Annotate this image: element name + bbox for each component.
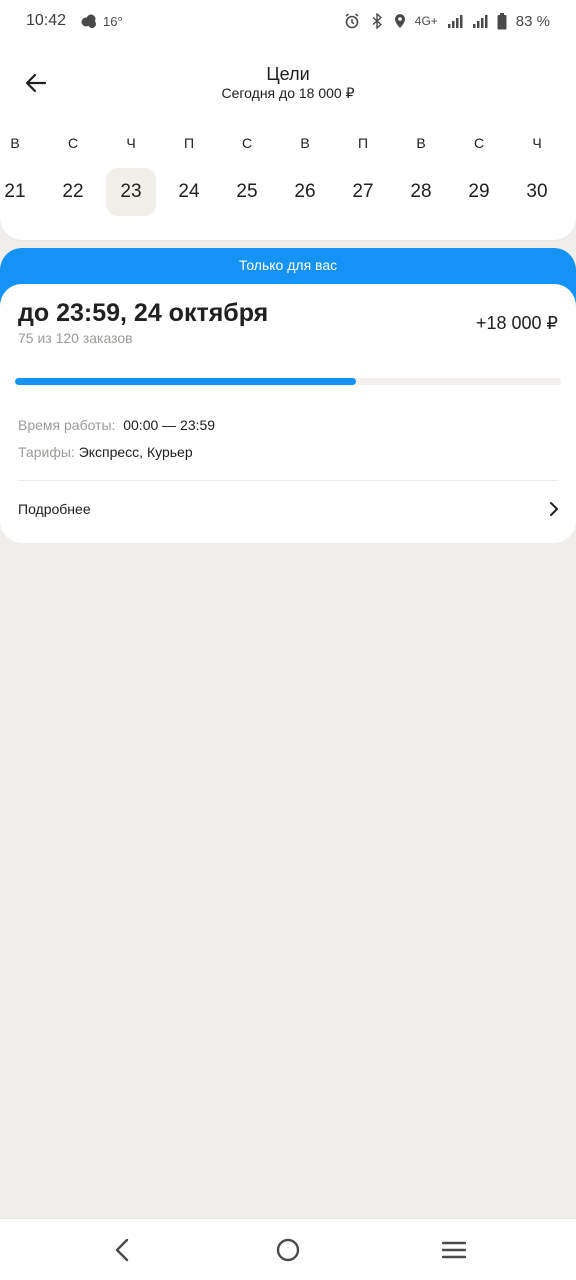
page-title: Цели bbox=[266, 64, 310, 84]
day-of-week: С bbox=[241, 135, 253, 151]
back-nav-icon bbox=[115, 1238, 129, 1262]
home-nav-icon bbox=[276, 1238, 300, 1262]
day-number: 29 bbox=[468, 181, 490, 202]
day-of-week: П bbox=[183, 135, 195, 151]
day-of-week: В bbox=[416, 135, 426, 151]
weather-indicator: 16° bbox=[80, 13, 123, 29]
nav-home-button[interactable] bbox=[268, 1235, 308, 1265]
day-of-week: В bbox=[300, 135, 310, 151]
day-of-week: Ч bbox=[532, 135, 542, 151]
system-nav-bar bbox=[0, 1218, 576, 1280]
day-of-week: С bbox=[67, 135, 79, 151]
day-number: 26 bbox=[294, 181, 316, 202]
goal-bonus: +18 000 ₽ bbox=[475, 313, 558, 333]
goals-header-card: Цели Сегодня до 18 000 ₽ В 21 С 22 Ч 23 … bbox=[0, 42, 576, 240]
day-item[interactable]: С 29 bbox=[454, 132, 504, 218]
day-of-week: В bbox=[10, 135, 20, 151]
menu-nav-icon bbox=[442, 1241, 466, 1259]
work-time-row: Время работы: 00:00 — 23:59 bbox=[18, 417, 215, 433]
goal-card[interactable]: до 23:59, 24 октября 75 из 120 заказов +… bbox=[0, 284, 576, 543]
details-label: Подробнее bbox=[18, 501, 91, 517]
alarm-icon bbox=[345, 13, 359, 29]
day-of-week: Ч bbox=[126, 135, 136, 151]
work-time-value: 00:00 — 23:59 bbox=[123, 417, 216, 433]
signal-icon bbox=[447, 15, 463, 28]
day-selector: В 21 С 22 Ч 23 П 24 С 25 В 26 П 27 В 28 bbox=[0, 132, 576, 222]
nav-menu-button[interactable] bbox=[434, 1235, 474, 1265]
day-number: 25 bbox=[236, 181, 258, 202]
goal-deadline: до 23:59, 24 октября bbox=[18, 299, 269, 327]
network-type-text: 4G+ bbox=[414, 14, 438, 28]
cloud-icon bbox=[81, 14, 97, 28]
day-number: 22 bbox=[62, 181, 84, 202]
day-number: 21 bbox=[4, 181, 26, 202]
day-of-week: С bbox=[473, 135, 485, 151]
details-button[interactable]: Подробнее bbox=[0, 481, 576, 537]
day-item[interactable]: В 26 bbox=[280, 132, 330, 218]
offer-banner-text: Только для вас bbox=[238, 257, 338, 273]
day-of-week: П bbox=[357, 135, 369, 151]
signal-icon-2 bbox=[472, 15, 488, 28]
status-time: 10:42 bbox=[26, 12, 67, 29]
chevron-right-icon bbox=[550, 502, 558, 516]
orders-progress-text: 75 из 120 заказов bbox=[18, 330, 133, 346]
temperature-text: 16° bbox=[103, 13, 123, 29]
tariffs-label: Тарифы: bbox=[18, 444, 75, 460]
day-item-selected[interactable]: Ч 23 bbox=[106, 132, 156, 218]
day-number: 24 bbox=[178, 181, 200, 202]
work-time-label: Время работы: bbox=[18, 417, 116, 433]
day-number: 28 bbox=[410, 181, 432, 202]
day-item[interactable]: С 25 bbox=[222, 132, 272, 218]
battery-text: 83 % bbox=[515, 12, 550, 30]
progress-bar bbox=[15, 378, 561, 385]
tariffs-value: Экспресс, Курьер bbox=[78, 444, 193, 460]
day-number: 30 bbox=[526, 181, 548, 202]
day-number: 27 bbox=[352, 181, 374, 202]
page-subtitle: Сегодня до 18 000 ₽ bbox=[221, 85, 355, 101]
progress-fill bbox=[15, 378, 357, 385]
day-item[interactable]: П 24 bbox=[164, 132, 214, 218]
day-item[interactable]: С 22 bbox=[48, 132, 98, 218]
status-bar: 10:42 16° 4G+ 83 % bbox=[0, 0, 576, 42]
day-item[interactable]: Ч 30 bbox=[512, 132, 562, 218]
battery-icon bbox=[497, 12, 507, 29]
day-item[interactable]: В 28 bbox=[396, 132, 446, 218]
day-item[interactable]: П 27 bbox=[338, 132, 388, 218]
nav-back-button[interactable] bbox=[102, 1235, 142, 1265]
day-item[interactable]: В 21 bbox=[0, 132, 40, 218]
location-icon bbox=[394, 14, 405, 28]
day-number: 23 bbox=[106, 168, 156, 216]
tariffs-row: Тарифы: Экспресс, Курьер bbox=[18, 444, 193, 460]
bluetooth-icon bbox=[372, 13, 382, 29]
